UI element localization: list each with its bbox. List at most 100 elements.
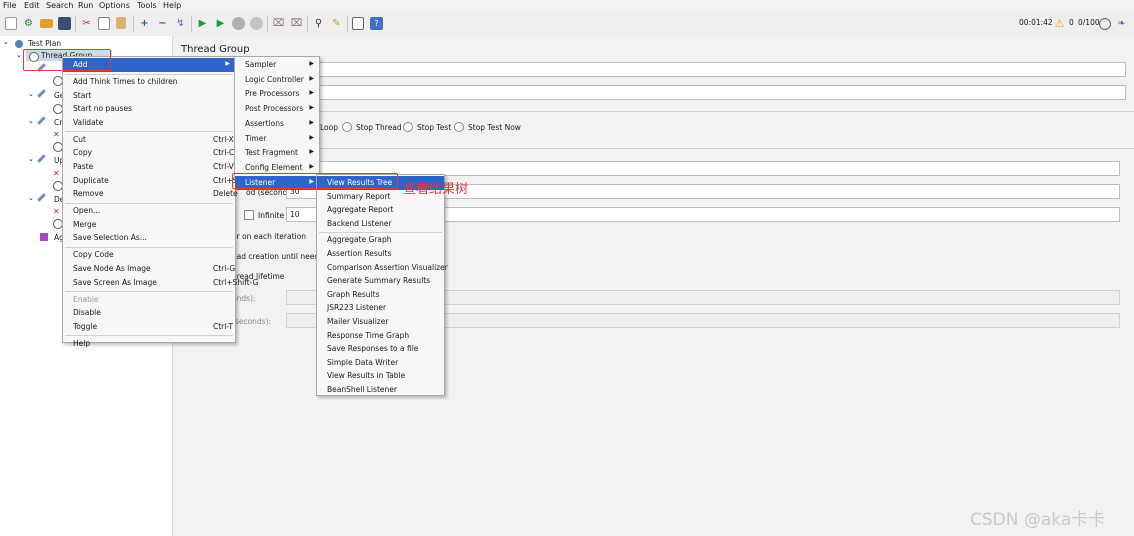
radio-stop-test[interactable] <box>403 122 413 132</box>
menu-item-sampler[interactable]: Sampler ▶ <box>235 58 319 73</box>
menu-item-label: Sampler <box>245 60 277 69</box>
menu-item-response-time-graph[interactable]: Response Time Graph <box>317 329 444 343</box>
loop-count-value: 10 <box>290 210 300 219</box>
menu-item-mailer-visualizer[interactable]: Mailer Visualizer <box>317 315 444 329</box>
new-icon[interactable] <box>5 17 17 30</box>
help-icon[interactable]: ? <box>370 17 383 30</box>
copy-icon[interactable] <box>98 17 110 30</box>
menu-item-pre-processors[interactable]: Pre Processors ▶ <box>235 87 319 102</box>
start-no-pauses-icon[interactable]: ▶ <box>214 17 227 30</box>
expand-toggle-icon[interactable]: ⌄ <box>16 51 22 59</box>
expand-toggle-icon[interactable]: ⌄ <box>28 194 34 202</box>
menu-item-label: Save Node As Image <box>73 264 151 273</box>
infinite-checkbox[interactable] <box>244 210 254 220</box>
menu-item-aggregate-report[interactable]: Aggregate Report <box>317 203 444 217</box>
search-icon[interactable]: ⚲ <box>312 17 325 30</box>
menu-item-assertions[interactable]: Assertions ▶ <box>235 117 319 132</box>
menu-tools[interactable]: Tools <box>137 1 157 10</box>
menu-item-start[interactable]: Start <box>63 89 235 103</box>
menu-item-logic-controller[interactable]: Logic Controller ▶ <box>235 73 319 88</box>
menu-item-add-think-times-to-children[interactable]: Add Think Times to children <box>63 75 235 89</box>
clear-all-icon[interactable]: ⌧ <box>290 17 303 30</box>
menu-item-label: Disable <box>73 308 101 318</box>
expand-toggle-icon[interactable]: ⌄ <box>28 117 34 125</box>
menu-item-backend-listener[interactable]: Backend Listener <box>317 217 444 231</box>
paste-icon[interactable] <box>116 17 126 29</box>
menu-item-save-node-as-image[interactable]: Save Node As Image Ctrl-G <box>63 262 235 276</box>
submenu-arrow-icon: ▶ <box>309 60 314 67</box>
menu-item-test-fragment[interactable]: Test Fragment ▶ <box>235 146 319 161</box>
menu-item-validate[interactable]: Validate <box>63 116 235 130</box>
shutdown-icon[interactable] <box>250 17 263 30</box>
menu-item-open[interactable]: Open... <box>63 204 235 218</box>
menu-run[interactable]: Run <box>78 1 93 10</box>
menu-item-copy[interactable]: Copy Ctrl-C <box>63 146 235 160</box>
menu-item-toggle[interactable]: Toggle Ctrl-T <box>63 320 235 334</box>
menu-item-help[interactable]: Help <box>63 337 235 351</box>
menu-item-simple-data-writer[interactable]: Simple Data Writer <box>317 356 444 370</box>
menu-file[interactable]: File <box>3 1 16 10</box>
menu-item-label: Start no pauses <box>73 104 132 114</box>
menu-item-generate-summary-results[interactable]: Generate Summary Results <box>317 274 444 288</box>
expand-toggle-icon[interactable]: ⌄ <box>28 90 34 98</box>
cut-icon[interactable]: ✂ <box>80 17 93 30</box>
menu-item-enable[interactable]: Enable <box>63 293 235 307</box>
menu-item-start-no-pauses[interactable]: Start no pauses <box>63 102 235 116</box>
collapse-icon[interactable]: − <box>156 17 169 30</box>
menu-item-post-processors[interactable]: Post Processors ▶ <box>235 102 319 117</box>
menu-item-remove[interactable]: Remove Delete <box>63 187 238 201</box>
menu-item-aggregate-graph[interactable]: Aggregate Graph <box>317 233 444 247</box>
delay-creation-label: ead creation until need <box>232 252 320 261</box>
extractor-icon: ✕ <box>53 130 60 139</box>
submenu-arrow-icon: ▶ <box>309 133 314 141</box>
menu-item-label: Summary Report <box>327 191 391 201</box>
menu-help[interactable]: Help <box>163 1 181 10</box>
menu-item-timer[interactable]: Timer ▶ <box>235 132 319 147</box>
menu-item-label: Start <box>73 90 92 100</box>
comments-field[interactable] <box>318 85 1126 100</box>
name-field[interactable] <box>318 62 1126 77</box>
menu-item-view-results-in-table[interactable]: View Results in Table <box>317 369 444 383</box>
menu-edit[interactable]: Edit <box>24 1 40 10</box>
menu-item-label: Copy Code <box>73 250 114 260</box>
radio-stop-thread[interactable] <box>342 122 352 132</box>
menu-item-graph-results[interactable]: Graph Results <box>317 288 444 302</box>
menu-item-assertion-results[interactable]: Assertion Results <box>317 247 444 261</box>
stop-icon[interactable] <box>232 17 245 30</box>
function-helper-icon[interactable] <box>352 17 364 30</box>
toggle-icon[interactable]: ↯ <box>174 17 187 30</box>
expand-toggle-icon[interactable]: ⌄ <box>3 38 9 46</box>
reset-search-icon[interactable]: ✎ <box>330 17 343 30</box>
menu-item-beanshell-listener[interactable]: BeanShell Listener <box>317 383 444 397</box>
open-icon[interactable] <box>40 19 53 28</box>
submenu-arrow-icon: ▶ <box>309 162 314 170</box>
menu-item-cut[interactable]: Cut Ctrl-X <box>63 133 235 147</box>
warning-icon[interactable]: ⚠ <box>1053 17 1066 30</box>
listener-submenu: View Results Tree Summary Report Aggregate… <box>316 174 448 397</box>
menu-item-paste[interactable]: Paste Ctrl-V <box>63 160 235 174</box>
save-icon[interactable] <box>58 17 71 30</box>
start-icon[interactable]: ▶ <box>196 17 209 30</box>
menu-options[interactable]: Options <box>99 1 130 10</box>
radio-stop-test-now[interactable] <box>454 122 464 132</box>
menu-item-copy-code[interactable]: Copy Code <box>63 248 235 262</box>
menu-item-merge[interactable]: Merge <box>63 218 235 232</box>
menu-item-jsr223-listener[interactable]: JSR223 Listener <box>317 301 444 315</box>
expand-icon[interactable]: + <box>138 17 151 30</box>
menu-item-duplicate[interactable]: DuplicateCtrl+Shift-C <box>63 174 258 188</box>
menu-search[interactable]: Search <box>46 1 73 10</box>
clear-icon[interactable]: ⌧ <box>272 17 285 30</box>
menu-item-label: Backend Listener <box>327 218 392 228</box>
templates-icon[interactable]: ⚙ <box>22 17 35 30</box>
menu-item-save-selection-as[interactable]: Save Selection As... <box>63 231 235 245</box>
menu-item-shortcut: Ctrl-G <box>213 264 236 273</box>
expand-toggle-icon[interactable]: ⌄ <box>28 155 34 163</box>
highlight-box-view-results-tree <box>232 173 398 189</box>
menu-item-comparison-assertion-visualizer[interactable]: Comparison Assertion Visualizer <box>317 261 448 275</box>
menu-item-save-responses-to-a-file[interactable]: Save Responses to a file <box>317 342 444 356</box>
menu-item-disable[interactable]: Disable <box>63 306 235 320</box>
menu-item-save-screen-as-image[interactable]: Save Screen As Image Ctrl+Shift-G <box>63 276 258 290</box>
menu-item-label: Assertions <box>245 118 284 128</box>
menu-item-label: Duplicate <box>73 175 109 185</box>
tree-item-test-plan[interactable]: Test Plan <box>28 39 61 48</box>
